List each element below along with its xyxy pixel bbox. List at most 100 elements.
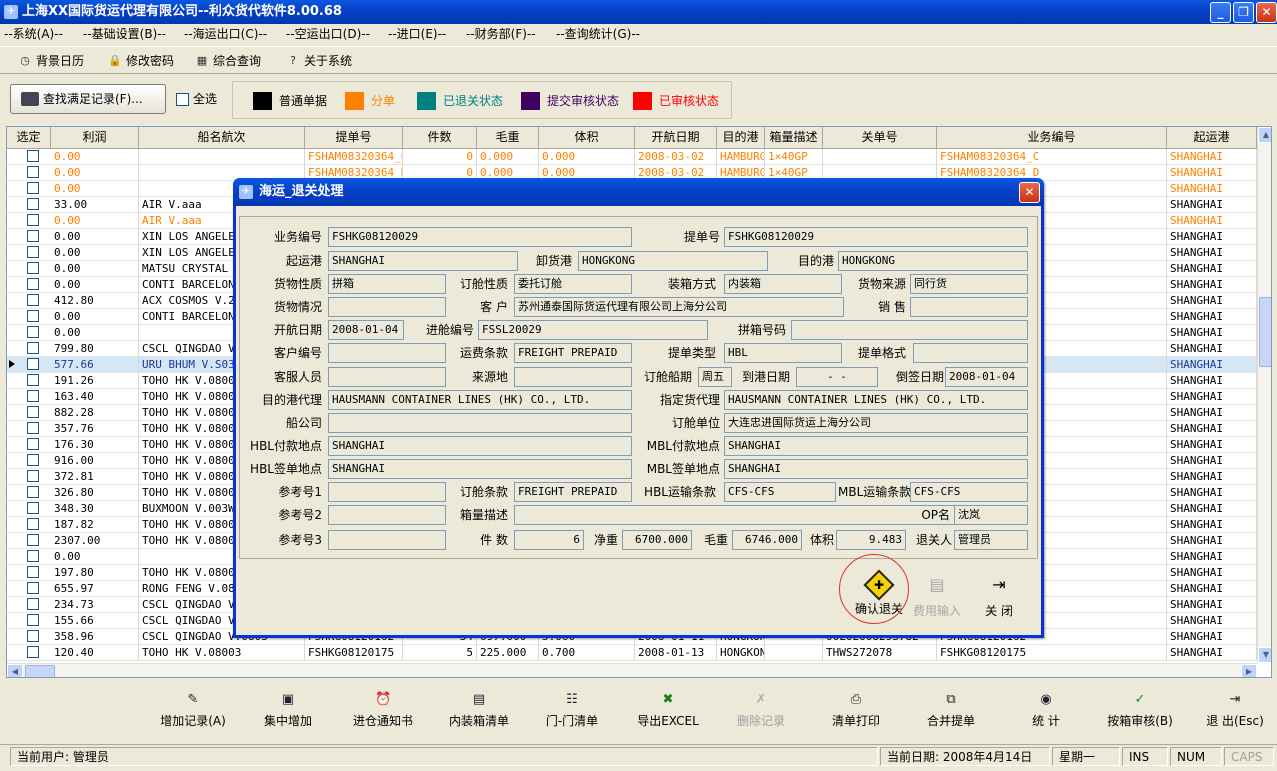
column-header-container-desc[interactable]: 箱量描述 — [765, 127, 823, 148]
row-checkbox[interactable] — [27, 550, 39, 562]
field-customer-code[interactable] — [328, 343, 446, 363]
column-header-gross-weight[interactable]: 毛重 — [477, 127, 539, 148]
door-to-door-button[interactable]: ☷ 门-门清单 — [540, 692, 604, 736]
row-checkbox[interactable] — [27, 486, 39, 498]
row-checkbox[interactable] — [27, 534, 39, 546]
row-checkbox[interactable] — [27, 230, 39, 242]
field-nw[interactable]: 6700.000 — [622, 530, 692, 550]
table-row[interactable]: 0.00 FSHAM08320364_C 0 0.000 0.000 2008-03-02… — [7, 149, 1257, 165]
field-dest-agent[interactable]: HAUSMANN CONTAINER LINES (HK) CO., LTD. — [328, 390, 632, 410]
field-ref1[interactable] — [328, 482, 446, 502]
restore-button[interactable]: ❐ — [1233, 2, 1254, 23]
column-header-pol[interactable]: 起运港 — [1167, 127, 1257, 148]
field-etd[interactable]: 2008-01-04 — [328, 320, 404, 340]
delete-record-button[interactable]: ✗ 删除记录 — [732, 692, 790, 736]
field-pkgs[interactable]: 6 — [514, 530, 584, 550]
row-checkbox[interactable] — [27, 262, 39, 274]
row-checkbox[interactable] — [27, 582, 39, 594]
row-checkbox[interactable] — [27, 310, 39, 322]
find-records-button[interactable]: 查找满足记录(F)... — [10, 84, 166, 114]
column-header-select[interactable]: 选定 — [7, 127, 51, 148]
field-booking-nature[interactable]: 委托订舱 — [514, 274, 632, 294]
field-op[interactable]: 沈岚 — [954, 505, 1028, 525]
row-checkbox[interactable] — [27, 438, 39, 450]
column-header-vessel[interactable]: 船名航次 — [139, 127, 305, 148]
column-header-packages[interactable]: 件数 — [403, 127, 477, 148]
menu-finance[interactable]: --财务部(F)-- — [466, 24, 536, 44]
row-checkbox[interactable] — [27, 150, 39, 162]
dialog-close-button[interactable]: ✕ — [1019, 182, 1040, 203]
field-cargo-source[interactable]: 同行货 — [910, 274, 1028, 294]
row-checkbox[interactable] — [27, 214, 39, 226]
field-bl-type[interactable]: HBL — [724, 343, 842, 363]
menu-query-stats[interactable]: --查询统计(G)-- — [556, 24, 640, 44]
field-sales[interactable] — [910, 297, 1028, 317]
row-checkbox[interactable] — [27, 374, 39, 386]
warehouse-notice-button[interactable]: ⏰ 进仓通知书 — [348, 692, 418, 736]
field-cargo-desc[interactable] — [328, 297, 446, 317]
field-eta[interactable]: - - — [796, 367, 878, 387]
field-cs-staff[interactable] — [328, 367, 446, 387]
menu-import[interactable]: --进口(E)-- — [388, 24, 446, 44]
change-password-button[interactable]: 🔒 修改密码 — [108, 52, 174, 70]
row-checkbox[interactable] — [27, 278, 39, 290]
field-gw[interactable]: 6746.000 — [732, 530, 802, 550]
field-returner[interactable]: 管理员 — [954, 530, 1028, 550]
field-hbl-issue[interactable]: SHANGHAI — [328, 459, 632, 479]
row-checkbox[interactable] — [27, 294, 39, 306]
scroll-down-icon[interactable]: ▼ — [1258, 647, 1271, 663]
row-checkbox[interactable] — [27, 358, 39, 370]
fee-input-button[interactable]: ▤ 费用输入 — [907, 566, 967, 622]
row-checkbox[interactable] — [27, 390, 39, 402]
query-button[interactable]: ▦ 综合查询 — [195, 52, 261, 70]
field-freight-terms[interactable]: FREIGHT PREPAID — [514, 343, 632, 363]
field-bl-format[interactable] — [913, 343, 1028, 363]
add-record-button[interactable]: ✎ 增加记录(A) — [156, 692, 230, 736]
field-backdate[interactable]: 2008-01-04 — [945, 367, 1028, 387]
row-checkbox[interactable] — [27, 326, 39, 338]
close-button[interactable]: ✕ — [1256, 2, 1277, 23]
field-ref3[interactable] — [328, 530, 446, 550]
row-checkbox[interactable] — [27, 502, 39, 514]
column-header-etd[interactable]: 开航日期 — [635, 127, 717, 148]
row-checkbox[interactable] — [27, 422, 39, 434]
select-all-checkbox[interactable] — [176, 93, 189, 106]
row-checkbox[interactable] — [27, 470, 39, 482]
field-hbl-terms[interactable]: CFS-CFS — [724, 482, 836, 502]
row-checkbox[interactable] — [27, 342, 39, 354]
field-customer[interactable]: 苏州通泰国际货运代理有限公司上海分公司 — [514, 297, 844, 317]
statistics-button[interactable]: ◉ 统 计 — [1026, 692, 1066, 736]
field-ref2[interactable] — [328, 505, 446, 525]
menu-sea-export[interactable]: --海运出口(C)-- — [184, 24, 267, 44]
confirm-return-button[interactable]: ✚ 确认退关 — [839, 554, 909, 624]
field-mbl-issue[interactable]: SHANGHAI — [724, 459, 1028, 479]
menu-air-export[interactable]: --空运出口(D)-- — [286, 24, 370, 44]
row-checkbox[interactable] — [27, 182, 39, 194]
horizontal-scrollbar[interactable]: ◀ ▶ — [7, 663, 1257, 677]
row-checkbox[interactable] — [27, 646, 39, 658]
minimize-button[interactable]: _ — [1210, 2, 1231, 23]
table-row[interactable]: 120.40 TOHO HK V.08003 FSHKG08120175 5 225.0… — [7, 645, 1257, 661]
field-source[interactable] — [514, 367, 632, 387]
field-booking-no[interactable]: FSSL20029 — [478, 320, 708, 340]
row-checkbox[interactable] — [27, 614, 39, 626]
scroll-right-icon[interactable]: ▶ — [1241, 664, 1257, 677]
horizontal-scroll-thumb[interactable] — [25, 665, 55, 677]
exit-button[interactable]: ⇥ 退 出(Esc) — [1200, 692, 1270, 736]
column-header-destination[interactable]: 目的港 — [717, 127, 765, 148]
field-pol[interactable]: SHANGHAI — [328, 251, 518, 271]
menu-base-settings[interactable]: --基础设置(B)-- — [83, 24, 166, 44]
about-button[interactable]: ? 关于系统 — [286, 52, 352, 70]
vertical-scrollbar[interactable]: ▲ ▼ — [1257, 127, 1271, 663]
column-header-profit[interactable]: 利润 — [51, 127, 139, 148]
print-list-button[interactable]: ⎙ 清单打印 — [826, 692, 886, 736]
row-checkbox[interactable] — [27, 630, 39, 642]
column-header-volume[interactable]: 体积 — [539, 127, 635, 148]
export-excel-button[interactable]: ✖ 导出EXCEL — [636, 692, 700, 736]
field-job-no[interactable]: FSHKG08120029 — [328, 227, 632, 247]
field-loading-mode[interactable]: 内装箱 — [724, 274, 842, 294]
row-checkbox[interactable] — [27, 166, 39, 178]
column-header-job-no[interactable]: 业务编号 — [937, 127, 1167, 148]
field-vessel-day[interactable]: 周五 — [698, 367, 732, 387]
field-pod[interactable]: HONGKONG — [578, 251, 768, 271]
